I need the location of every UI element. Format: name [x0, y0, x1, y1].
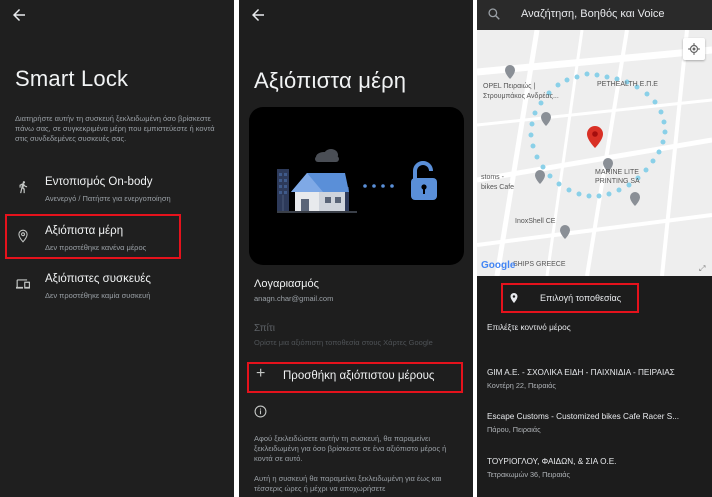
place-name: GIM A.E. - ΣΧΟΛΙΚΑ ΕΙΔΗ - ΠΑΙΧΝΙΔΙΑ - ΠΕ…: [487, 368, 675, 377]
select-location-screen: Αναζήτηση, Βοηθός και Voice OPEL Πειραιώ…: [477, 0, 712, 497]
map-label: OPEL Πειραιώς |: [483, 83, 536, 90]
page-title: Smart Lock: [15, 66, 129, 91]
map-view[interactable]: OPEL Πειραιώς | Στρουμπάκος Ανδρέας... P…: [477, 30, 712, 276]
crosshair-icon: [688, 43, 700, 55]
map-label: MARINE LITE: [595, 169, 639, 176]
home-label[interactable]: Σπίτι: [254, 323, 275, 334]
cloud-icon: [315, 149, 339, 162]
trusted-places-illustration: [249, 107, 464, 265]
highlight-box: [5, 214, 181, 259]
devices-icon: [16, 277, 30, 291]
info-icon: [254, 405, 267, 418]
item-label: Εντοπισμός On-body: [45, 176, 153, 188]
map-label: InoxShell CE: [515, 218, 556, 225]
nearby-places-label: Επιλέξτε κοντινό μέρος: [487, 323, 571, 332]
place-address: Κοντέρη 22, Πειραιάς: [487, 381, 556, 390]
search-title: Αναζήτηση, Βοηθός και Voice: [521, 8, 665, 20]
list-item[interactable]: GIM A.E. - ΣΧΟΛΙΚΑ ΕΙΔΗ - ΠΑΙΧΝΙΔΙΑ - ΠΕ…: [487, 368, 707, 390]
item-label: Αξιόπιστες συσκευές: [45, 273, 151, 285]
place-address: Τετρακωμών 36, Πειραιάς: [487, 470, 571, 479]
info-text-2: Αυτή η συσκευή θα παραμείνει ξεκλειδωμέν…: [254, 474, 442, 493]
google-logo: Google: [481, 260, 516, 271]
account-label: Λογαριασμός: [254, 278, 319, 290]
place-name: Escape Customs - Customized bikes Cafe R…: [487, 412, 680, 421]
search-icon: [487, 7, 501, 21]
search-bar[interactable]: Αναζήτηση, Βοηθός και Voice: [477, 0, 712, 30]
map-label: SHIPS GREECE: [513, 261, 566, 268]
place-address: Πάρου, Πειραιάς: [487, 425, 541, 434]
place-name: ΤΟΥΡΙΟΓΛΟΥ, ΦΑΙΔΩΝ, & ΣΙΑ Ο.Ε.: [487, 457, 617, 466]
smart-lock-screen: Smart Lock Διατηρήστε αυτήν τη συσκευή ξ…: [0, 0, 234, 497]
map-label: PRINTING SA: [595, 178, 640, 185]
unlocked-padlock-icon: [411, 161, 437, 200]
map-label: bikes Cafe: [481, 184, 515, 191]
highlight-box: [247, 362, 463, 393]
highlight-box: [501, 283, 639, 313]
item-sublabel: Ανενεργό / Πατήστε για ενεργοποίηση: [45, 194, 171, 203]
walking-person-icon: [16, 180, 30, 194]
map-label: PETHEALTH Ε.Π.Ε: [597, 81, 658, 88]
my-location-button[interactable]: [683, 38, 705, 60]
home-sublabel: Ορίστε μια αξιόπιστη τοποθεσία στους Χάρ…: [254, 338, 433, 347]
map-label: Στρουμπάκος Ανδρέας...: [483, 93, 559, 100]
back-arrow-icon[interactable]: [10, 6, 28, 24]
list-item[interactable]: ΤΟΥΡΙΟΓΛΟΥ, ΦΑΙΔΩΝ, & ΣΙΑ Ο.Ε. Τετρακωμώ…: [487, 457, 707, 479]
back-arrow-icon[interactable]: [249, 6, 267, 24]
on-body-detection-item[interactable]: Εντοπισμός On-body Ανενεργό / Πατήστε γι…: [0, 176, 234, 216]
item-sublabel: Δεν προστέθηκε καμία συσκευή: [45, 291, 151, 300]
page-description: Διατηρήστε αυτήν τη συσκευή ξεκλειδωμένη…: [15, 114, 215, 143]
page-title: Αξιόπιστα μέρη: [254, 68, 407, 93]
trusted-devices-item[interactable]: Αξιόπιστες συσκευές Δεν προστέθηκε καμία…: [0, 273, 234, 313]
list-item[interactable]: Escape Customs - Customized bikes Cafe R…: [487, 412, 707, 434]
account-email: anagn.char@gmail.com: [254, 294, 334, 303]
info-text: Αφού ξεκλειδώσετε αυτήν τη συσκευή, θα π…: [254, 434, 447, 463]
map-label: stoms -: [481, 174, 504, 181]
expand-map-icon[interactable]: ⤢: [699, 264, 705, 274]
trusted-places-screen: Αξιόπιστα μέρη Λογαριασμός anagn.char@gm…: [239, 0, 473, 497]
